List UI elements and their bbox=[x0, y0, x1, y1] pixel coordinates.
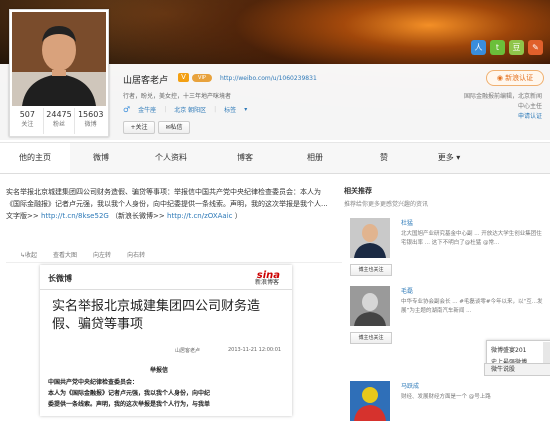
sina-blog-label: 新浪博客 bbox=[254, 279, 279, 286]
rec-avatar[interactable] bbox=[350, 381, 390, 421]
rec-follow-button[interactable]: 博主也关注 bbox=[350, 332, 392, 344]
stat-label: 微博 bbox=[84, 121, 97, 128]
stat-posts[interactable]: 15603 微博 bbox=[75, 108, 106, 134]
stat-label: 关注 bbox=[21, 121, 34, 128]
rec-desc: 财经、发展财经方面是一个 @号上路 bbox=[401, 394, 491, 400]
doc-author: 山居客老卢 bbox=[175, 348, 201, 354]
stat-num: 15603 bbox=[77, 110, 104, 119]
profile-name[interactable]: 山居客老卢 bbox=[123, 73, 168, 86]
stat-num: 24475 bbox=[46, 110, 72, 119]
chevron-down-icon[interactable]: ▾ bbox=[244, 106, 247, 113]
blog-icon[interactable]: ✎ bbox=[528, 40, 543, 55]
doc-line: 本人为《国际金融报》记者卢元强，我以我个人身份，向中纪 bbox=[48, 390, 211, 397]
rec-name[interactable]: 马跃成 bbox=[401, 381, 419, 390]
profile-bio: 行者，盼兑，美女控，十三年地产咪境者 bbox=[123, 93, 232, 100]
image-actions: ↳收起 查看大图 向左转 向右转 bbox=[6, 250, 342, 263]
profile-nav: 他的主页 微博 个人资料 博客 相册 赞 更多 ▾ bbox=[0, 142, 550, 174]
profile-meta: ♂ 金牛座 | 北京 朝阳区 | 标签 ▾ bbox=[123, 105, 247, 114]
rec-desc: 北大国旭产业研究基金中心副 ... 开放达大学生创业集团住宅银出率 ... 这下… bbox=[401, 231, 542, 246]
stat-label: 粉丝 bbox=[53, 121, 66, 128]
avatar[interactable] bbox=[12, 12, 106, 106]
related-recommend: 相关推荐 推荐给你更多更感觉兴趣的资讯 bbox=[344, 186, 550, 208]
verify-line2: 中心主任 bbox=[517, 103, 542, 110]
tab-album[interactable]: 相册 bbox=[280, 143, 350, 173]
verify-badge[interactable]: ◉ 新浪认证 bbox=[486, 70, 544, 86]
collapse-link[interactable]: ↳收起 bbox=[20, 250, 37, 262]
rec-name[interactable]: 杜猛 bbox=[401, 218, 413, 227]
long-weibo-image[interactable]: 长微博 sina 新浪博客 实名举报北京城建集团四公司财务造假、骗贷等事项 山居… bbox=[40, 265, 292, 416]
view-large-link[interactable]: 查看大图 bbox=[53, 250, 77, 262]
verify-info: 国际金融报前编辑，北京新闻 中心主任 申请认证 bbox=[464, 92, 542, 122]
apply-verify-link[interactable]: 申请认证 bbox=[464, 112, 542, 122]
doc-line: 中国共产党中央纪律检查委员会： bbox=[48, 379, 139, 386]
doc-brand: 长微博 bbox=[48, 274, 72, 283]
post-body: （新浪长微博>> bbox=[111, 212, 165, 220]
rec-desc: 中华专业协会副会长 ... #毛磊谈零#今年以来，以“互...发展”为主题的湖南… bbox=[401, 299, 543, 314]
sidebar-title: 相关推荐 bbox=[344, 187, 372, 195]
follow-label: 关注 bbox=[135, 124, 148, 131]
stat-followers[interactable]: 24475 粉丝 bbox=[44, 108, 76, 134]
doc-date: 2013-11-21 12:00:01 bbox=[228, 347, 282, 353]
popup-tab[interactable]: 微牛说股 bbox=[484, 363, 550, 376]
tab-more[interactable]: 更多 ▾ bbox=[418, 143, 480, 173]
doc-line: 委提供一条线索。声明，我的这次举报是我个人行为，与我单 bbox=[48, 401, 211, 408]
tab-blog[interactable]: 博客 bbox=[210, 143, 280, 173]
twitter-icon[interactable]: t bbox=[490, 40, 505, 55]
popup-line1: 微博盛宴201 bbox=[491, 347, 527, 354]
post-body: ） bbox=[234, 212, 242, 220]
stat-num: 507 bbox=[19, 110, 35, 119]
doc-letter-heading: 举报信 bbox=[150, 367, 169, 374]
doc-body: 中国共产党中央纪律检查委员会： 本人为《国际金融报》记者卢元强，我以我个人身份，… bbox=[48, 377, 286, 410]
rec-follow-button[interactable]: 博主也关注 bbox=[350, 264, 392, 276]
sidebar-subtitle: 推荐给你更多更感觉兴趣的资讯 bbox=[344, 201, 429, 208]
verify-line1: 国际金融报前编辑，北京新闻 bbox=[463, 93, 542, 100]
verify-label: 新浪认证 bbox=[505, 74, 534, 82]
stat-following[interactable]: 507 关注 bbox=[12, 108, 44, 134]
male-icon: ♂ bbox=[123, 105, 131, 114]
tab-home[interactable]: 他的主页 bbox=[0, 143, 70, 173]
vip-badge[interactable]: VIP bbox=[192, 74, 212, 82]
profile-stats: 507 关注 24475 粉丝 15603 微博 bbox=[12, 108, 106, 134]
social-icons: 人 t 豆 ✎ bbox=[471, 40, 543, 55]
rotate-left-link[interactable]: 向左转 bbox=[93, 250, 111, 262]
tab-profile[interactable]: 个人资料 bbox=[132, 143, 210, 173]
rec-item: 杜猛 北大国旭产业研究基金中心副 ... 开放达大学生创业集团住宅银出率 ...… bbox=[344, 218, 550, 284]
zodiac-link[interactable]: 金牛座 bbox=[138, 105, 156, 114]
post-link[interactable]: http://t.cn/8kse52G bbox=[41, 212, 109, 220]
rec-name[interactable]: 毛磊 bbox=[401, 286, 413, 295]
rec-avatar[interactable] bbox=[350, 286, 390, 326]
post-content: 实名举报北京城建集团四公司财务造假、骗贷等事项：举报信中国共产党中央纪律检查委员… bbox=[6, 186, 330, 222]
rec-item: 马跃成 财经、发展财经方面是一个 @号上路 bbox=[344, 381, 550, 447]
tab-likes[interactable]: 赞 bbox=[350, 143, 418, 173]
follow-button[interactable]: +关注 bbox=[123, 121, 155, 134]
profile-url[interactable]: http://weibo.com/u/1060239831 bbox=[220, 75, 317, 82]
avatar-card: 507 关注 24475 粉丝 15603 微博 bbox=[9, 9, 109, 137]
doc-title: 实名举报北京城建集团四公司财务造假、骗贷等事项 bbox=[52, 299, 261, 332]
divider: | bbox=[164, 106, 167, 113]
doc-header: 长微博 sina 新浪博客 bbox=[40, 265, 292, 290]
douban-icon[interactable]: 豆 bbox=[509, 40, 524, 55]
popup-toggle[interactable] bbox=[543, 342, 550, 364]
message-button[interactable]: ✉私信 bbox=[158, 121, 190, 134]
divider: | bbox=[214, 106, 217, 113]
verified-v-icon[interactable]: V bbox=[178, 73, 189, 82]
location-link[interactable]: 北京 朝阳区 bbox=[174, 105, 206, 114]
renren-icon[interactable]: 人 bbox=[471, 40, 486, 55]
tab-weibo[interactable]: 微博 bbox=[70, 143, 132, 173]
post-link[interactable]: http://t.cn/zOXAaic bbox=[167, 212, 232, 220]
rec-avatar[interactable] bbox=[350, 218, 390, 258]
rotate-right-link[interactable]: 向右转 bbox=[127, 250, 145, 262]
post-text: 实名举报北京城建集团四公司财务造假、骗贷等事项：举报信中国共产党中央纪律检查委员… bbox=[6, 186, 330, 222]
tag-link[interactable]: 标签 bbox=[224, 105, 236, 114]
verify-icon: ◉ bbox=[496, 74, 506, 82]
message-label: 私信 bbox=[170, 124, 183, 131]
